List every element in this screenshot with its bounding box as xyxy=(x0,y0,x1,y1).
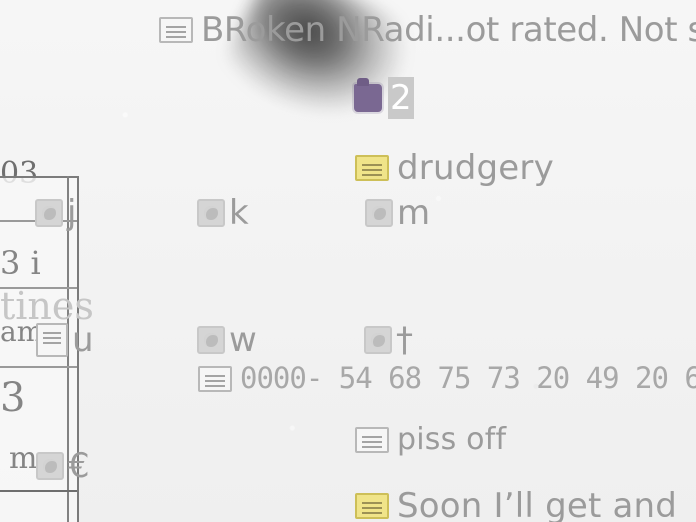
desktop-item-j[interactable]: j xyxy=(35,196,77,230)
desktop-item-piss-off[interactable]: piss off xyxy=(355,425,506,455)
desktop-item-dagger[interactable]: † xyxy=(364,323,413,357)
desktop-item-euro[interactable]: € xyxy=(36,449,90,483)
document-icon xyxy=(36,323,68,357)
disc-icon xyxy=(197,199,225,227)
desktop-item-label: BRoken NRadi...ot rated. Not s xyxy=(201,10,696,50)
desktop-item-folder-count[interactable]: 2 xyxy=(354,77,414,119)
desktop-item-label: piss off xyxy=(397,422,507,457)
desktop-item-broken-nradi[interactable]: BRoken NRadi...ot rated. Not s xyxy=(159,13,696,47)
folder-icon xyxy=(354,78,382,112)
disc-icon xyxy=(365,199,393,227)
document-icon xyxy=(355,427,389,453)
disc-icon xyxy=(197,326,225,354)
desktop-item-label: † xyxy=(396,320,414,360)
desktop-item-hex[interactable]: 0000- 54 68 75 73 20 49 20 62 xyxy=(198,364,696,393)
document-icon xyxy=(159,17,193,43)
desktop-item-label: drudgery xyxy=(397,148,554,188)
desktop-item-drudgery[interactable]: drudgery xyxy=(355,151,554,185)
side-window-row-line xyxy=(0,366,77,368)
disc-icon xyxy=(364,326,392,354)
side-window-row-line xyxy=(0,490,77,492)
side-window-cell: m xyxy=(9,441,38,476)
count-badge: 2 xyxy=(388,77,414,119)
desktop-item-m[interactable]: m xyxy=(365,196,430,230)
side-window-cell: 3 xyxy=(0,375,26,421)
side-window-cell: 3 i xyxy=(0,244,41,282)
desktop-item-label: 0000- 54 68 75 73 20 49 20 62 xyxy=(240,361,696,395)
notepad-icon xyxy=(355,155,389,181)
desktop-item-u[interactable]: u xyxy=(36,323,94,357)
document-icon xyxy=(198,365,232,392)
desktop-item-label: Soon I’ll get and xyxy=(397,486,678,522)
desktop-item-label: w xyxy=(229,320,258,360)
disc-icon xyxy=(35,199,63,227)
desktop-item-label: k xyxy=(229,193,249,233)
desktop-item-w[interactable]: w xyxy=(197,323,257,357)
desktop-item-label: u xyxy=(72,320,94,360)
desktop-item-label: m xyxy=(397,193,431,233)
desktop-item-k[interactable]: k xyxy=(197,196,249,230)
notepad-icon xyxy=(355,493,389,519)
disc-icon xyxy=(36,452,64,480)
desktop-item-label: j xyxy=(67,193,77,233)
desktop-canvas: 03 3 i am 3 m tines BRoken NRadi...ot ra… xyxy=(0,0,696,522)
desktop-item-soon[interactable]: Soon I’ll get and xyxy=(355,489,677,522)
desktop-item-label: € xyxy=(68,446,90,486)
